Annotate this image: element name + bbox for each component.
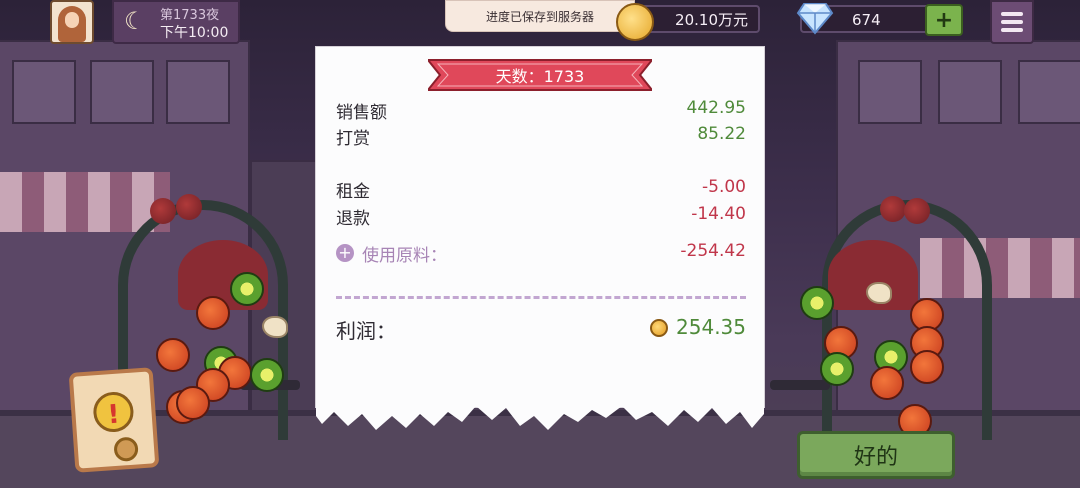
clock-time: 下午10:00 (160, 25, 229, 41)
cafe-table (770, 380, 830, 390)
rose-decoration (880, 196, 906, 222)
save-toast: 进度已保存到服务器 (445, 0, 635, 32)
tomato-ingredient (176, 386, 210, 420)
sales-value: 442.95 (686, 98, 746, 118)
receipt-divider (336, 296, 746, 299)
nut-ingredient (262, 316, 288, 338)
receipt-row-sales: 销售额 442.95 (336, 98, 746, 123)
tips-value: 85.22 (697, 124, 746, 144)
receipt-row-refund: 退款 -14.40 (336, 204, 746, 229)
ingredients-value: -254.42 (680, 241, 746, 261)
flower-arch-right (822, 200, 992, 440)
rose-decoration (904, 198, 930, 224)
coin-icon (616, 3, 654, 41)
player-avatar[interactable] (50, 0, 94, 44)
gem-value: 674 (852, 11, 881, 29)
day-time-panel: ☾ 第1733夜 下午10:00 (112, 0, 240, 44)
tomato-ingredient (910, 350, 944, 384)
ok-button[interactable]: 好的 (797, 431, 955, 479)
receipt-row-tips: 打赏 85.22 (336, 124, 746, 149)
receipt-row-ingredients[interactable]: + 使用原料： -254.42 (336, 241, 746, 266)
ingredients-label: 使用原料： (362, 246, 447, 266)
menu-button[interactable] (990, 0, 1034, 44)
pepper-ingredient (250, 358, 284, 392)
alert-card-button[interactable]: ! (68, 367, 160, 473)
profit-value: 254.35 (676, 315, 746, 339)
pepper-ingredient (820, 352, 854, 386)
tomato-ingredient (196, 296, 230, 330)
pepper-ingredient (230, 272, 264, 306)
rose-decoration (150, 198, 176, 224)
refund-label: 退款 (336, 209, 370, 229)
coin-icon (650, 319, 668, 337)
receipt-row-rent: 租金 -5.00 (336, 177, 746, 202)
refund-value: -14.40 (691, 204, 746, 224)
add-gems-button[interactable]: + (925, 4, 963, 36)
diamond-icon (796, 3, 834, 35)
day-title: 天数：1733 (495, 67, 585, 86)
rose-decoration (176, 194, 202, 220)
tomato-ingredient (870, 366, 904, 400)
sales-label: 销售额 (336, 103, 387, 123)
menu-icon (1001, 12, 1023, 16)
expand-plus-icon[interactable]: + (336, 244, 354, 262)
receipt-torn-edge (316, 400, 764, 430)
nut-ingredient (866, 282, 892, 304)
rent-value: -5.00 (702, 177, 746, 197)
night-counter: 第1733夜 (160, 8, 220, 23)
money-value: 20.10万元 (675, 10, 748, 29)
receipt-row-profit: 利润： 254.35 (336, 315, 746, 343)
profit-label: 利润： (336, 319, 396, 343)
moon-icon: ☾ (124, 7, 146, 35)
knob-icon (113, 436, 139, 463)
tips-label: 打赏 (336, 129, 370, 149)
tomato-ingredient (156, 338, 190, 372)
rent-label: 租金 (336, 182, 370, 202)
exclamation-icon: ! (92, 390, 135, 434)
pepper-ingredient (800, 286, 834, 320)
